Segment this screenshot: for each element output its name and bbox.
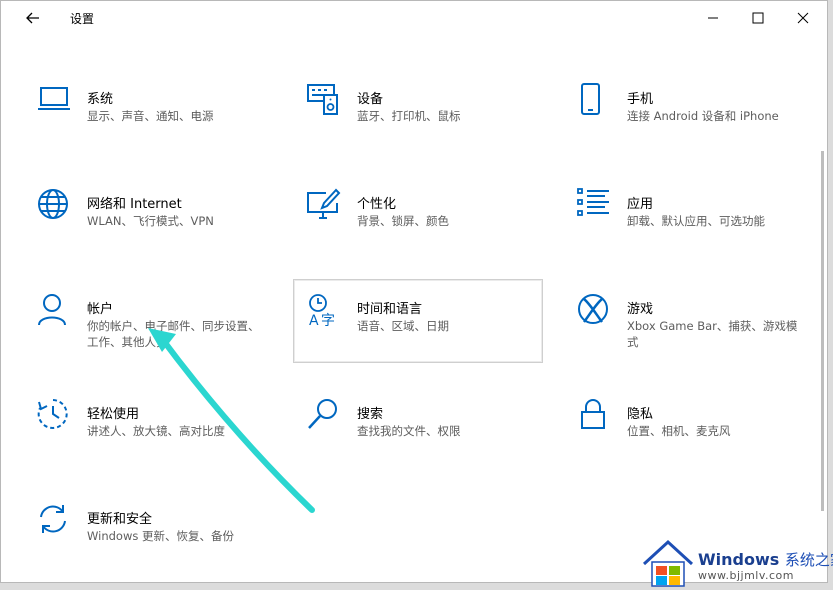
tile-name: 个性化: [357, 197, 397, 212]
minimize-icon: [708, 17, 718, 19]
tile-desc: 蓝牙、打印机、鼠标: [357, 109, 461, 123]
lock-icon: [581, 399, 605, 429]
keyboard-speaker-icon: [307, 84, 338, 115]
phone-icon: [581, 83, 600, 115]
settings-window: 设置 系统 显示、声音、通知、电源 设备 蓝牙、打印机、鼠标 手机 连接 And…: [0, 0, 828, 583]
tile-name: 游戏: [627, 302, 654, 317]
tile-personalization[interactable]: 个性化 背景、锁屏、颜色: [307, 188, 557, 272]
tile-desc: 查找我的文件、权限: [357, 424, 461, 438]
tile-search[interactable]: 搜索 查找我的文件、权限: [307, 398, 557, 482]
tile-name: 应用: [627, 197, 654, 212]
tile-ease-of-access[interactable]: 轻松使用 讲述人、放大镜、高对比度: [37, 398, 287, 482]
tile-name: 手机: [627, 92, 654, 107]
globe-icon: [38, 189, 68, 219]
watermark-logo: Windows 系统之家 www.bjjmlv.com: [640, 538, 833, 590]
tile-desc: 你的帐户、电子邮件、同步设置、工作、其他人员: [87, 319, 260, 349]
tile-update-security[interactable]: 更新和安全 Windows 更新、恢复、备份: [37, 503, 287, 587]
tile-time-language[interactable]: A 字 时间和语言 语音、区域、日期: [293, 279, 543, 363]
watermark-title: Windows 系统之家: [698, 549, 833, 570]
ease-of-access-icon: [37, 399, 68, 429]
tile-apps[interactable]: 应用 卸载、默认应用、可选功能: [577, 188, 827, 272]
scrollbar[interactable]: [821, 151, 824, 511]
tile-desc: 讲述人、放大镜、高对比度: [87, 424, 225, 438]
paint-monitor-icon: [307, 188, 341, 219]
tile-desc: 卸载、默认应用、可选功能: [627, 214, 765, 228]
tile-name: 时间和语言: [357, 302, 423, 317]
person-icon: [38, 294, 66, 326]
close-button[interactable]: [788, 6, 818, 30]
watermark-brand: Windows: [698, 550, 780, 569]
close-icon: [797, 12, 809, 24]
svg-text:字: 字: [321, 313, 335, 329]
tile-devices[interactable]: 设备 蓝牙、打印机、鼠标: [307, 83, 557, 167]
back-arrow-icon: [26, 12, 39, 24]
xbox-icon: [578, 294, 608, 324]
tile-desc: 位置、相机、麦克风: [627, 424, 731, 438]
back-button[interactable]: [21, 7, 45, 29]
tile-name: 隐私: [627, 407, 654, 422]
title-bar: 设置: [1, 1, 827, 35]
tile-system[interactable]: 系统 显示、声音、通知、电源: [37, 83, 287, 167]
tile-desc: 连接 Android 设备和 iPhone: [627, 109, 779, 123]
watermark-brand-cn: 系统之家: [784, 551, 833, 569]
time-language-icon: A 字: [309, 294, 335, 329]
apps-list-icon: [577, 188, 609, 216]
laptop-icon: [38, 87, 70, 110]
maximize-icon: [752, 12, 764, 24]
tile-phone[interactable]: 手机 连接 Android 设备和 iPhone: [577, 83, 827, 167]
tile-name: 系统: [87, 92, 114, 107]
svg-text:A: A: [309, 313, 319, 329]
tile-accounts[interactable]: 帐户 你的帐户、电子邮件、同步设置、工作、其他人员: [37, 293, 287, 377]
tile-name: 更新和安全: [87, 512, 153, 527]
tile-name: 搜索: [357, 407, 384, 422]
tile-desc: 背景、锁屏、颜色: [357, 214, 449, 228]
tile-desc: Xbox Game Bar、捕获、游戏模式: [627, 319, 798, 349]
sync-arrows-icon: [40, 505, 66, 533]
tile-gaming[interactable]: 游戏 Xbox Game Bar、捕获、游戏模式: [577, 293, 827, 377]
tile-name: 轻松使用: [87, 407, 140, 422]
tile-network[interactable]: 网络和 Internet WLAN、飞行模式、VPN: [37, 188, 287, 272]
tile-privacy[interactable]: 隐私 位置、相机、麦克风: [577, 398, 827, 482]
watermark-url: www.bjjmlv.com: [698, 569, 794, 582]
house-windows-logo-icon: [642, 539, 694, 587]
tile-desc: 语音、区域、日期: [357, 319, 449, 333]
tile-desc: 显示、声音、通知、电源: [87, 109, 214, 123]
tile-name: 设备: [357, 92, 384, 107]
tile-name: 网络和 Internet: [87, 197, 182, 212]
maximize-button[interactable]: [743, 6, 773, 30]
tile-name: 帐户: [87, 302, 114, 317]
tile-desc: Windows 更新、恢复、备份: [87, 529, 234, 543]
search-icon: [308, 399, 337, 429]
minimize-button[interactable]: [698, 6, 728, 30]
tile-desc: WLAN、飞行模式、VPN: [87, 214, 214, 228]
window-title: 设置: [70, 12, 95, 26]
